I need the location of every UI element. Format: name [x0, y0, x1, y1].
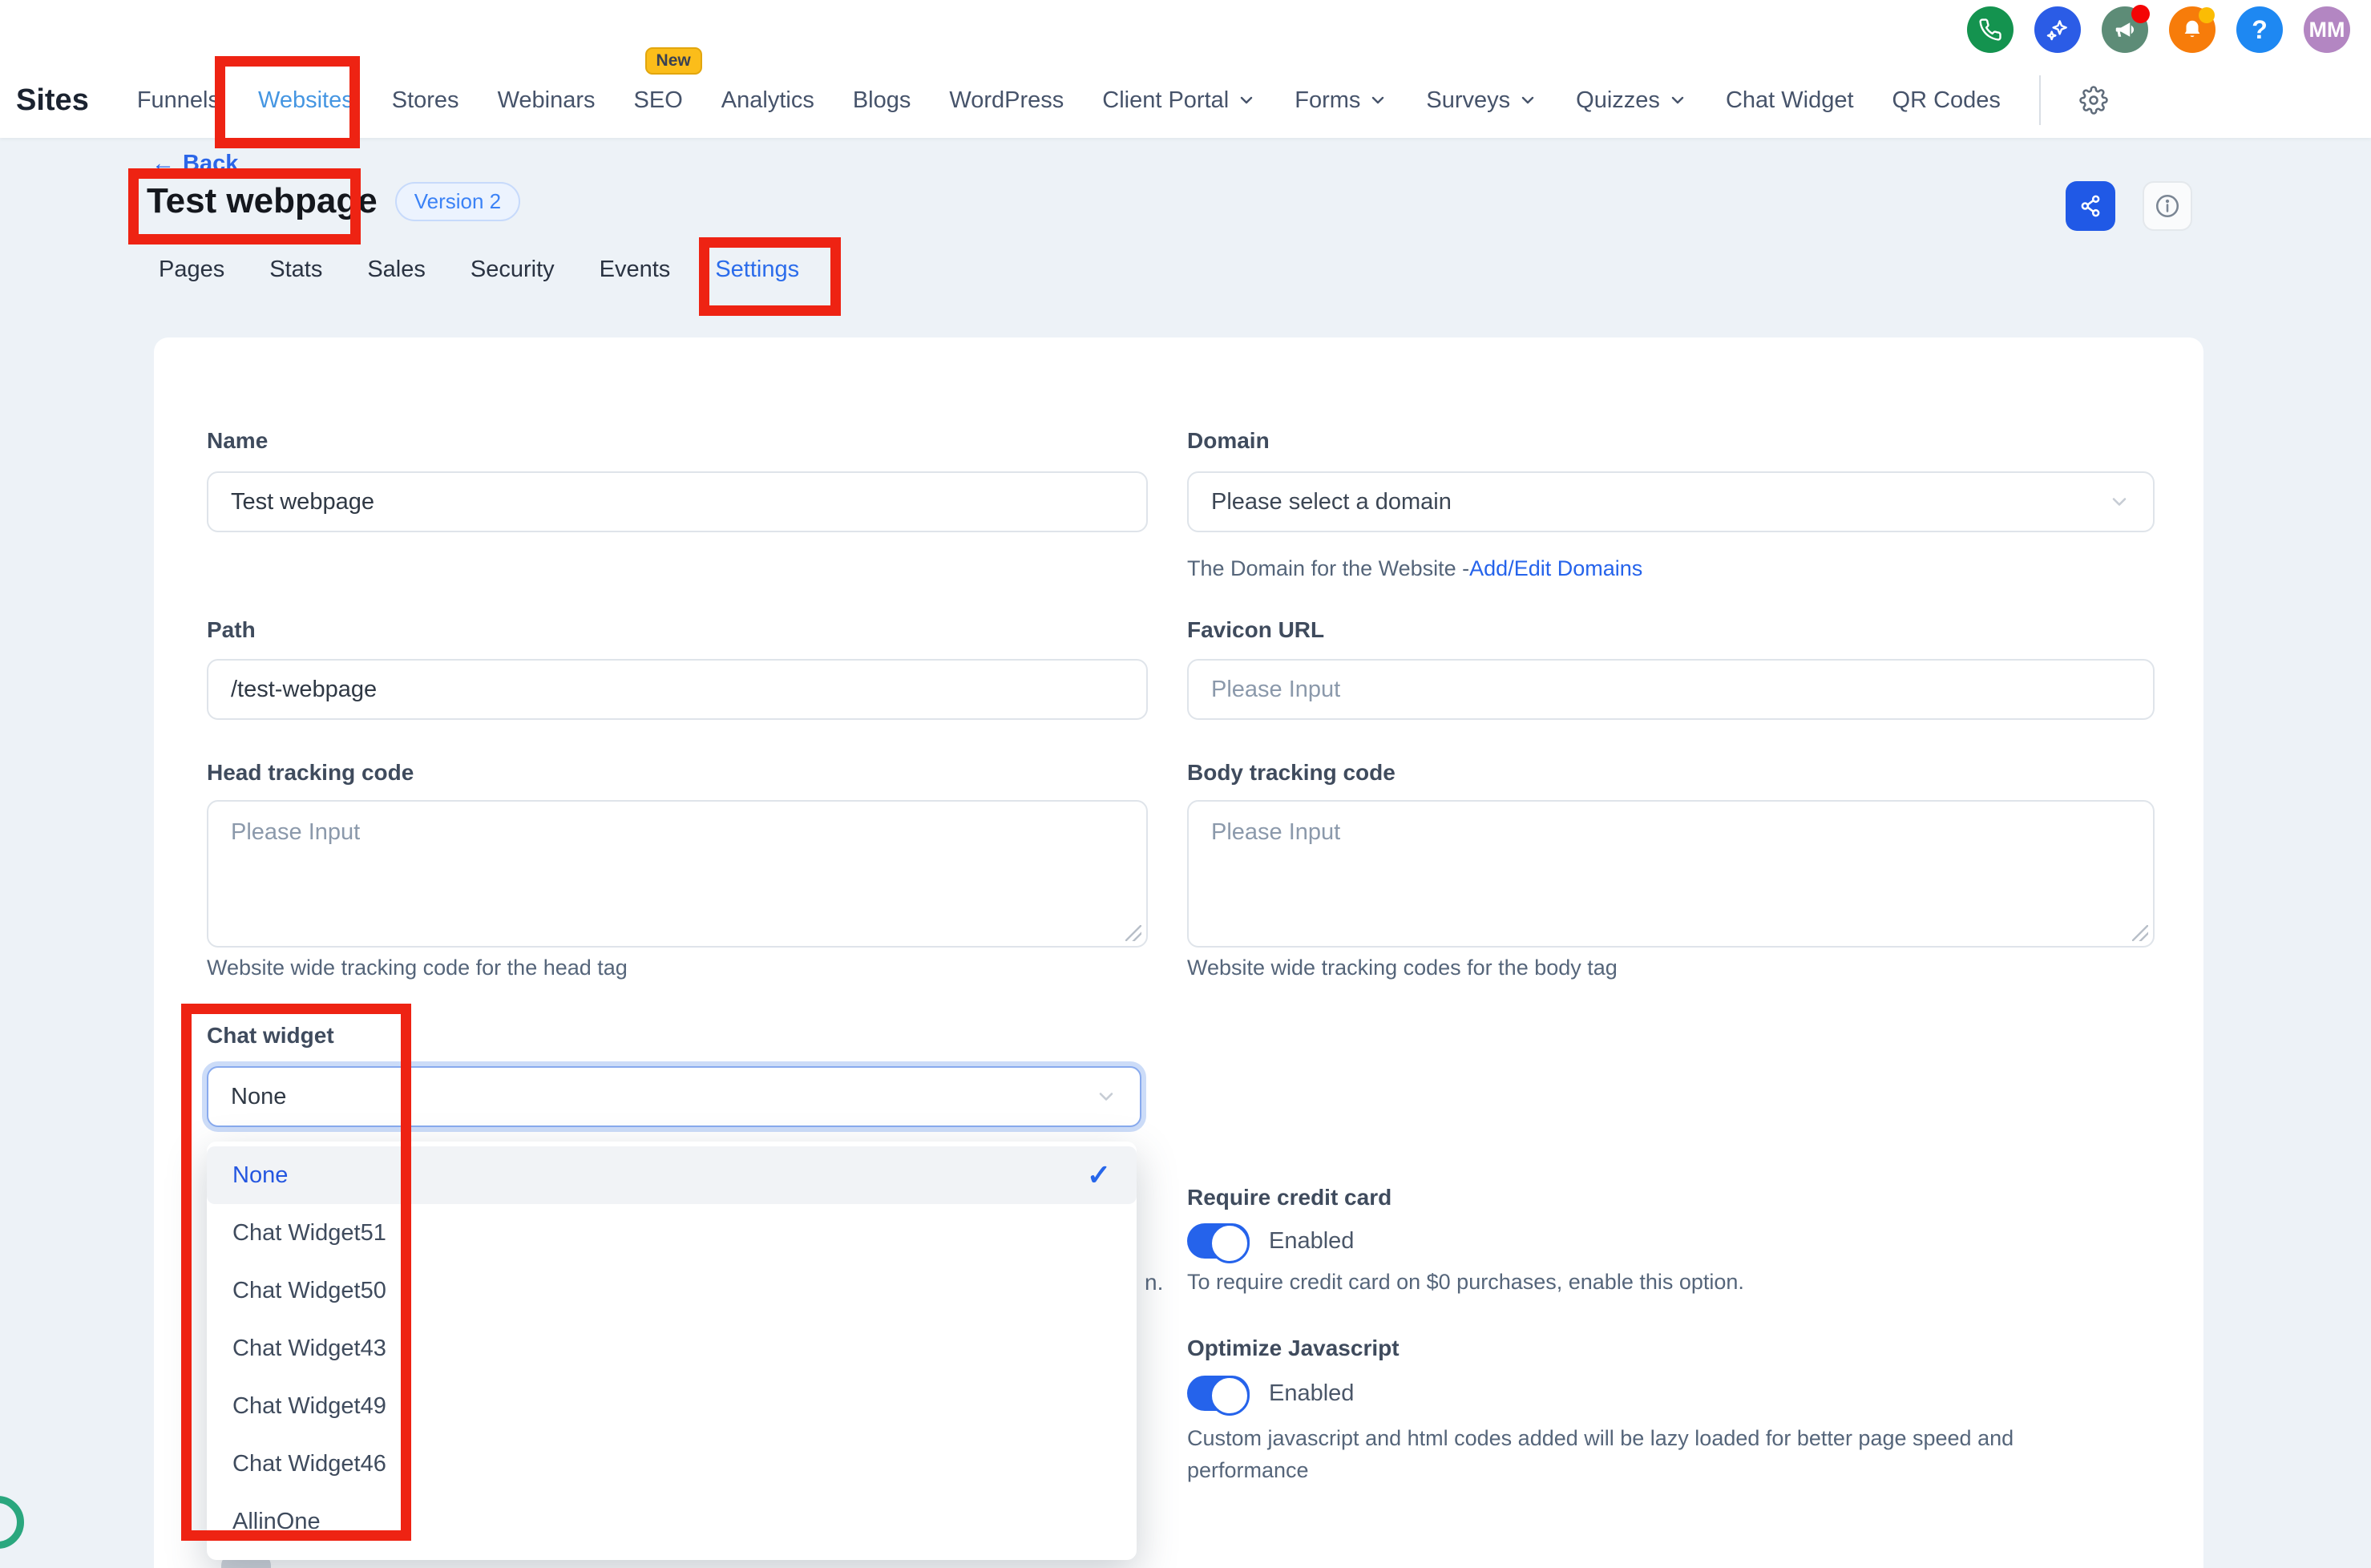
help-icon[interactable]: ?	[2236, 6, 2283, 53]
chat-bubble-edge	[0, 1496, 24, 1549]
body-code-helper: Website wide tracking codes for the body…	[1187, 956, 1618, 980]
domain-select-value: Please select a domain	[1211, 489, 1452, 515]
require-credit-card-state: Enabled	[1269, 1228, 1354, 1255]
add-edit-domains-link[interactable]: Add/Edit Domains	[1469, 556, 1642, 580]
check-icon: ✓	[1087, 1158, 1111, 1192]
page-tabs: Pages Stats Sales Security Events Settin…	[159, 257, 799, 283]
chevron-down-icon	[1368, 91, 1387, 110]
screen: Sites Funnels Websites Stores Webinars N…	[0, 0, 2371, 1568]
avatar[interactable]: MM	[2304, 6, 2350, 53]
nav-item-funnels[interactable]: Funnels	[137, 87, 220, 114]
tab-security[interactable]: Security	[471, 257, 555, 283]
nav-item-forms[interactable]: Forms	[1295, 87, 1387, 114]
nav-item-blogs[interactable]: Blogs	[853, 87, 911, 114]
share-icon	[2078, 193, 2103, 219]
phone-icon[interactable]	[1967, 6, 2014, 53]
name-input[interactable]	[207, 471, 1148, 532]
tab-events[interactable]: Events	[600, 257, 671, 283]
megaphone-icon[interactable]	[2102, 6, 2148, 53]
version-badge: Version 2	[395, 182, 520, 221]
chevron-down-icon	[1237, 91, 1256, 110]
info-button[interactable]	[2143, 181, 2192, 231]
nav-item-chat-widget[interactable]: Chat Widget	[1726, 87, 1854, 114]
domain-helper: The Domain for the Website -Add/Edit Dom…	[1187, 556, 1642, 581]
nav-item-client-portal[interactable]: Client Portal	[1102, 87, 1256, 114]
resize-handle[interactable]	[1125, 925, 1141, 941]
quick-icons: ? MM	[1967, 6, 2350, 53]
chevron-down-icon	[2108, 491, 2131, 513]
optimize-javascript-helper: Custom javascript and html codes added w…	[1187, 1422, 2053, 1486]
sparkles-icon[interactable]	[2034, 6, 2081, 53]
nav-divider	[2039, 75, 2041, 125]
back-arrow-icon: ←	[151, 151, 175, 177]
nav-item-qr-codes[interactable]: QR Codes	[1892, 87, 2001, 114]
require-credit-card-toggle-row: Enabled	[1187, 1223, 1354, 1259]
settings-gear-icon[interactable]	[2079, 86, 2108, 115]
tab-stats[interactable]: Stats	[269, 257, 322, 283]
tab-sales[interactable]: Sales	[367, 257, 426, 283]
dropdown-option[interactable]: Chat Widget49	[207, 1377, 1137, 1435]
dropdown-option[interactable]: Chat Widget51	[207, 1204, 1137, 1262]
obscured-text-fragment: n.	[1145, 1270, 1163, 1295]
dropdown-option[interactable]: Chat Widget50	[207, 1262, 1137, 1319]
chevron-down-icon	[1668, 91, 1687, 110]
back-link[interactable]: ← Back	[151, 151, 238, 177]
info-icon	[2154, 192, 2181, 220]
title-row: Test webpage Version 2	[147, 181, 520, 221]
nav-item-webinars[interactable]: Webinars	[498, 87, 596, 114]
domain-select[interactable]: Please select a domain	[1187, 471, 2155, 532]
nav-item-wordpress[interactable]: WordPress	[949, 87, 1064, 114]
require-credit-card-label: Require credit card	[1187, 1185, 1391, 1210]
nav-item-seo[interactable]: New SEO	[634, 87, 683, 114]
head-code-helper: Website wide tracking code for the head …	[207, 956, 628, 980]
header-actions	[2066, 181, 2192, 231]
chat-widget-select-value: None	[231, 1084, 286, 1110]
notification-dot	[2131, 5, 2150, 23]
nav-item-websites[interactable]: Websites	[258, 87, 353, 114]
body-code-textarea[interactable]	[1187, 800, 2155, 948]
name-label: Name	[207, 428, 268, 454]
app-logo: Sites	[16, 83, 89, 118]
chat-widget-label: Chat widget	[207, 1023, 334, 1049]
chevron-down-icon	[1095, 1085, 1117, 1108]
nav-item-analytics[interactable]: Analytics	[721, 87, 814, 114]
dropdown-option[interactable]: AllinOne	[207, 1493, 1137, 1550]
page-title: Test webpage	[147, 181, 378, 221]
bell-icon[interactable]	[2169, 6, 2215, 53]
resize-handle[interactable]	[2132, 925, 2148, 941]
optimize-javascript-label: Optimize Javascript	[1187, 1336, 1400, 1361]
nav-item-surveys[interactable]: Surveys	[1426, 87, 1537, 114]
tab-pages[interactable]: Pages	[159, 257, 224, 283]
head-code-label: Head tracking code	[207, 760, 414, 786]
favicon-label: Favicon URL	[1187, 617, 1324, 643]
chevron-down-icon	[1518, 91, 1537, 110]
path-input[interactable]	[207, 659, 1148, 720]
optimize-javascript-toggle-row: Enabled	[1187, 1376, 1354, 1411]
tab-settings[interactable]: Settings	[715, 257, 799, 283]
chat-widget-select[interactable]: None	[207, 1066, 1141, 1127]
share-button[interactable]	[2066, 181, 2115, 231]
topbar: Sites Funnels Websites Stores Webinars N…	[0, 0, 2371, 138]
notification-dot	[2199, 7, 2215, 23]
domain-label: Domain	[1187, 428, 1270, 454]
main-nav: Sites Funnels Websites Stores Webinars N…	[16, 72, 2108, 128]
head-code-textarea[interactable]	[207, 800, 1148, 948]
dropdown-option-none[interactable]: None ✓	[207, 1146, 1137, 1204]
path-label: Path	[207, 617, 256, 643]
favicon-input[interactable]	[1187, 659, 2155, 720]
new-badge: New	[645, 47, 702, 75]
dropdown-option[interactable]: Chat Widget46	[207, 1435, 1137, 1493]
require-credit-card-toggle[interactable]	[1187, 1223, 1250, 1259]
require-credit-card-helper: To require credit card on $0 purchases, …	[1187, 1270, 1744, 1295]
optimize-javascript-state: Enabled	[1269, 1380, 1354, 1407]
nav-item-quizzes[interactable]: Quizzes	[1576, 87, 1687, 114]
body-code-label: Body tracking code	[1187, 760, 1396, 786]
nav-item-stores[interactable]: Stores	[392, 87, 459, 114]
dropdown-option[interactable]: Chat Widget43	[207, 1319, 1137, 1377]
chat-widget-dropdown: None ✓ Chat Widget51 Chat Widget50 Chat …	[207, 1142, 1137, 1560]
optimize-javascript-toggle[interactable]	[1187, 1376, 1250, 1411]
